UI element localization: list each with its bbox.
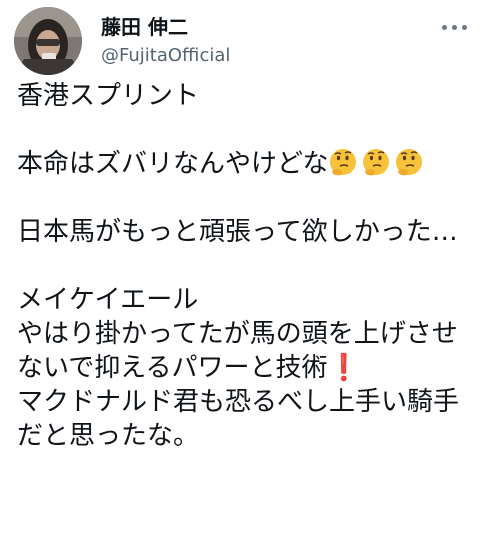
tweet-header: 藤田 伸二 @FujitaOfficial [0, 0, 480, 80]
exclamation-icon: ❗ [327, 353, 360, 383]
tweet-line: マクドナルド君も恐るべし上手い騎手だと思ったな。 [17, 387, 460, 451]
more-options-button[interactable] [437, 14, 471, 40]
avatar[interactable] [14, 7, 82, 75]
thinking-face-icon [396, 149, 423, 176]
more-icon-dot [451, 24, 457, 30]
more-icon-dot [461, 24, 467, 30]
avatar-photo [14, 7, 82, 75]
tweet-line: メイケイエール [17, 285, 199, 315]
tweet-line: 本命はズバリなんやけどな [17, 149, 329, 179]
thinking-face-icon [330, 149, 357, 176]
tweet-paragraph: 日本馬がもっと頑張って欲しかった… [17, 217, 458, 247]
thinking-face-icon [363, 149, 390, 176]
user-handle[interactable]: @FujitaOfficial [101, 45, 230, 67]
tweet-line: 香港スプリント [17, 81, 200, 111]
tweet-text: 香港スプリント 本命はズバリなんやけどな 日本馬がもっと頑張って欲しかった… メ… [17, 79, 473, 453]
tweet-line: やはり掛かってたが馬の頭を上げさせないで抑えるパワーと技術 [17, 319, 458, 383]
display-name[interactable]: 藤田 伸二 [101, 15, 188, 39]
more-icon [441, 24, 447, 30]
